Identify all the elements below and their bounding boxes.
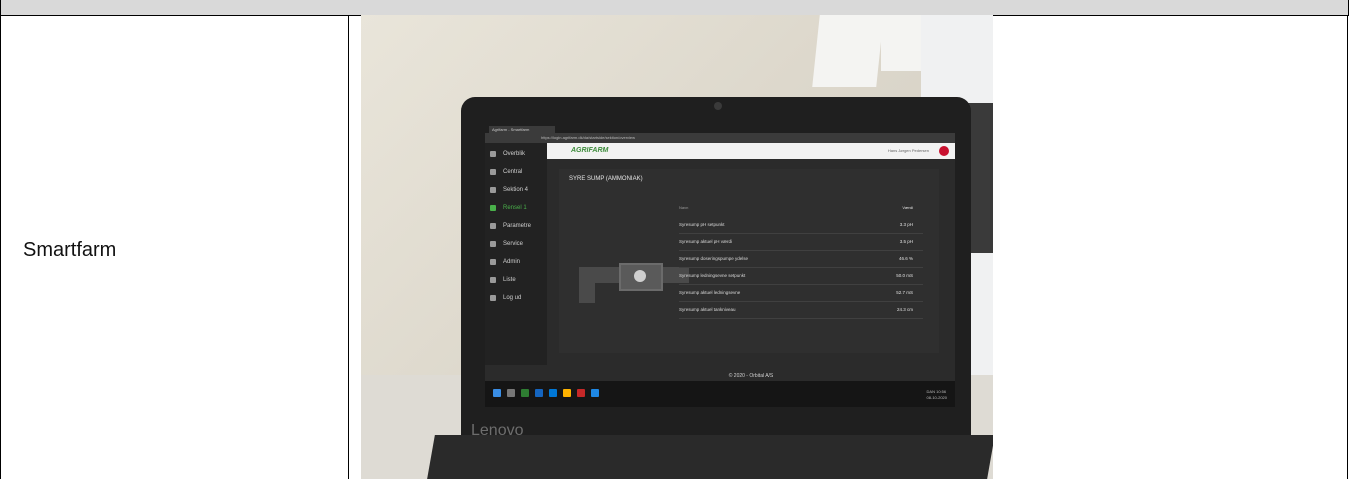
- edge-icon: [549, 389, 557, 397]
- row-value: 3.3 pH: [899, 222, 913, 227]
- sidebar-item-label: Parametre: [503, 223, 532, 229]
- row-label: Smartfarm: [23, 239, 117, 261]
- pipe: [579, 267, 595, 303]
- logout-icon: [490, 295, 496, 301]
- table-row: Syresump doseringspumpe ydelse 46.6 %: [679, 251, 923, 268]
- layers-icon: [490, 169, 496, 175]
- browser-tabbar: Agrifarm - Smartfarm: [485, 125, 955, 133]
- row-value: 50.0 mS: [896, 273, 913, 278]
- list-icon: [490, 277, 496, 283]
- search-icon: [507, 389, 515, 397]
- gear-icon: [490, 223, 496, 229]
- valve-illustration: [579, 243, 689, 303]
- teams-icon: [591, 389, 599, 397]
- values-table: Navn Værdi Syresump pH setpunkt 3.3 pH S…: [679, 205, 923, 345]
- webcam: [714, 102, 722, 110]
- laptop-keyboard: [427, 435, 993, 479]
- layers-icon: [490, 187, 496, 193]
- laptop: Agrifarm - Smartfarm https://login.agrif…: [461, 97, 971, 467]
- user-name: Hans Jørgen Pedersen: [887, 148, 929, 153]
- folder-icon: [563, 389, 571, 397]
- row-value: 46.6 %: [898, 256, 913, 261]
- header-name: Navn: [679, 205, 689, 210]
- label-cell: Smartfarm: [0, 15, 349, 479]
- laptop-screen: Agrifarm - Smartfarm https://login.agrif…: [485, 125, 955, 407]
- windows-icon: [493, 389, 501, 397]
- dot-icon: [490, 205, 496, 211]
- taskbar-date: 08-10-2020: [926, 395, 947, 400]
- url-text: https://login.agrifarm.dk/da/startside/s…: [541, 135, 636, 140]
- table-row: Syresump aktuel pH værdi 3.5 pH: [679, 234, 923, 251]
- agrifarm-logo: AGRIFARM: [571, 147, 609, 154]
- paper-note: [881, 15, 925, 71]
- sump-panel: SYRE SUMP (AMMONIAK) Navn Værdi Syresump…: [559, 169, 939, 353]
- sidebar-item-rensel: Rensel 1: [485, 201, 547, 215]
- sidebar-item-sektion: Sektion 4: [485, 183, 547, 197]
- sidebar-item-label: Liste: [503, 277, 516, 283]
- sidebar-item-overblik: Overblik: [485, 147, 547, 161]
- flag-icon: [939, 146, 949, 156]
- sidebar-item-admin: Admin: [485, 255, 547, 269]
- excel-icon: [521, 389, 529, 397]
- taskbar-lang: DAN: [926, 389, 935, 394]
- sidebar-item-label: Log ud: [503, 295, 522, 301]
- header-value: Værdi: [902, 205, 913, 210]
- valve-box: [619, 263, 663, 291]
- taskbar-time: 10:56: [936, 389, 947, 394]
- row-name: Syresump ledningsevne setpunkt: [679, 273, 746, 278]
- sidebar-item-label: Overblik: [503, 151, 526, 157]
- sidebar-item-label: Admin: [503, 259, 521, 265]
- sidebar-item-liste: Liste: [485, 273, 547, 287]
- table-row: Syresump pH setpunkt 3.3 pH: [679, 217, 923, 234]
- laptop-photo: Agrifarm - Smartfarm https://login.agrif…: [361, 15, 993, 479]
- taskbar-clock: DAN 10:56 08-10-2020: [927, 389, 947, 401]
- windows-taskbar: DAN 10:56 08-10-2020: [485, 381, 955, 407]
- word-icon: [535, 389, 543, 397]
- row-name: Syresump aktuel ledningsevne: [679, 290, 741, 295]
- table-row: Syresump ledningsevne setpunkt 50.0 mS: [679, 268, 923, 285]
- document-table: Smartfarm Agrifarm - Smartfarm https://l…: [0, 0, 1349, 479]
- wrench-icon: [490, 241, 496, 247]
- browser-tab: Agrifarm - Smartfarm: [489, 126, 555, 133]
- table-row: Syresump aktuel tankniveau 24.3 cm: [679, 302, 923, 319]
- users-icon: [490, 259, 496, 265]
- sidebar-item-logud: Log ud: [485, 291, 547, 305]
- row-name: Syresump pH setpunkt: [679, 222, 725, 227]
- row-name: Syresump aktuel tankniveau: [679, 307, 736, 312]
- sidebar-item-parametre: Parametre: [485, 219, 547, 233]
- sidebar-item-label: Rensel 1: [503, 205, 527, 211]
- table-header-row: [0, 0, 1349, 16]
- row-value: 24.3 cm: [896, 307, 913, 312]
- paper-note: [812, 15, 884, 87]
- sidebar-item-label: Central: [503, 169, 523, 175]
- app-topbar: AGRIFARM Hans Jørgen Pedersen: [547, 143, 955, 159]
- app-footer: © 2020 - Orbital A/S: [728, 373, 774, 379]
- sidebar-item-central: Central: [485, 165, 547, 179]
- panel-title: SYRE SUMP (AMMONIAK): [569, 176, 643, 182]
- row-name: Syresump doseringspumpe ydelse: [679, 256, 749, 261]
- app-sidebar: Overblik Central Sektion 4 Rensel 1 Para…: [485, 143, 547, 365]
- valve-icon: [634, 270, 646, 282]
- table-header: Navn Værdi: [679, 205, 923, 217]
- sidebar-item-label: Sektion 4: [503, 187, 529, 193]
- row-value: 3.5 pH: [899, 239, 913, 244]
- table-row: Syresump aktuel ledningsevne 52.7 mS: [679, 285, 923, 302]
- browser-addressbar: https://login.agrifarm.dk/da/startside/s…: [485, 133, 955, 143]
- grid-icon: [490, 151, 496, 157]
- sidebar-item-label: Service: [503, 241, 524, 247]
- row-name: Syresump aktuel pH værdi: [679, 239, 733, 244]
- sidebar-item-service: Service: [485, 237, 547, 251]
- chrome-icon: [577, 389, 585, 397]
- row-value: 52.7 mS: [896, 290, 913, 295]
